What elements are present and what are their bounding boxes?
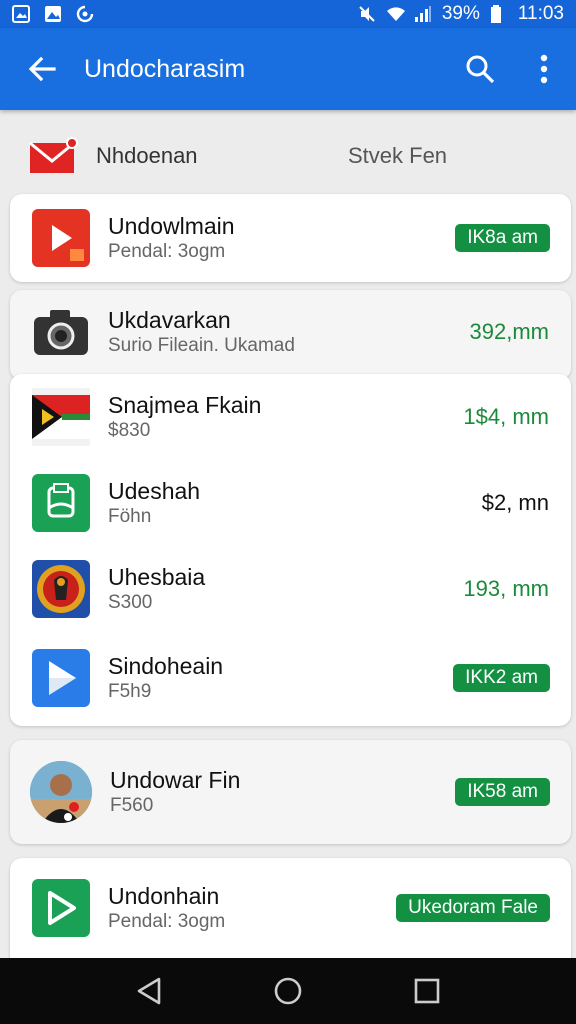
search-button[interactable] [448,28,512,110]
app-card: Undowar Fin F560 IK58 am [10,740,571,844]
flag-icon [32,388,90,446]
list-item[interactable]: Uhesbaia S300 193, mm [10,546,571,632]
page-title: Undocharasim [84,54,246,83]
image-notification-icon [44,5,62,23]
list-item[interactable]: Ukdavarkan Surio Fileain. Ukamad 392,mm [10,290,571,374]
triangle-back-icon [138,977,161,1005]
search-icon [466,55,495,84]
gallery-notification-icon [12,5,30,23]
price-badge[interactable]: IK58 am [455,778,550,806]
list-item[interactable]: Udeshah Föhn $2, mn [10,460,571,546]
youtube-icon [32,209,90,267]
nav-home-button[interactable] [258,961,318,1021]
status-bar: 39% 11:03 [0,0,576,28]
nav-recents-button[interactable] [397,961,457,1021]
list-item[interactable]: Undowlmain Pendal: 3ogm IK8a am [10,194,571,282]
item-price: 193, mm [463,576,549,601]
header-right-label: Stvek Fen [348,143,448,168]
wifi-icon [386,5,405,23]
header-name: Nhdoenan [96,143,198,168]
app-bar: Undocharasim [0,28,576,110]
price-badge[interactable]: IKK2 am [453,664,550,692]
price-badge[interactable]: IK8a am [455,224,550,252]
shield-app-icon [32,474,90,532]
list-header[interactable]: Nhdoenan Stvek Fen [10,120,570,192]
item-price: $2, mn [481,490,549,515]
app-card-group: Snajmea Fkain $830 1$4, mm Udeshah Föhn … [10,374,571,726]
system-nav-bar [0,958,576,1024]
item-price: 392,mm [469,319,549,344]
arrow-back-icon [28,56,56,82]
clock: 11:03 [517,3,564,24]
play-store-icon [32,649,90,707]
app-card: Undonhain Pendal: 3ogm Ukedoram Fale [10,858,571,968]
mute-icon [358,5,376,23]
square-recents-icon [414,978,439,1004]
battery-icon [490,5,508,23]
list-item[interactable]: Snajmea Fkain $830 1$4, mm [10,374,571,460]
app-card: Undowlmain Pendal: 3ogm IK8a am [10,194,571,282]
more-vert-icon [540,54,548,84]
list-item[interactable]: Sindoheain F5h9 IKK2 am [10,632,571,724]
list-item[interactable]: Undonhain Pendal: 3ogm Ukedoram Fale [10,858,571,958]
item-price: 1$4, mm [463,404,549,429]
list-item[interactable]: Undowar Fin F560 IK58 am [10,740,571,844]
avatar-icon [30,761,92,823]
mail-icon [10,137,96,175]
emblem-icon [32,560,90,618]
price-badge[interactable]: Ukedoram Fale [396,894,550,922]
circle-home-icon [274,977,302,1005]
app-card: Ukdavarkan Surio Fileain. Ukamad 392,mm [10,290,571,380]
sync-notification-icon [76,5,94,23]
nav-back-button[interactable] [119,961,179,1021]
play-icon [32,879,90,937]
camera-icon [32,303,90,361]
back-button[interactable] [0,28,84,110]
signal-icon [414,5,432,23]
overflow-menu-button[interactable] [512,28,576,110]
battery-percent: 39% [441,3,480,24]
